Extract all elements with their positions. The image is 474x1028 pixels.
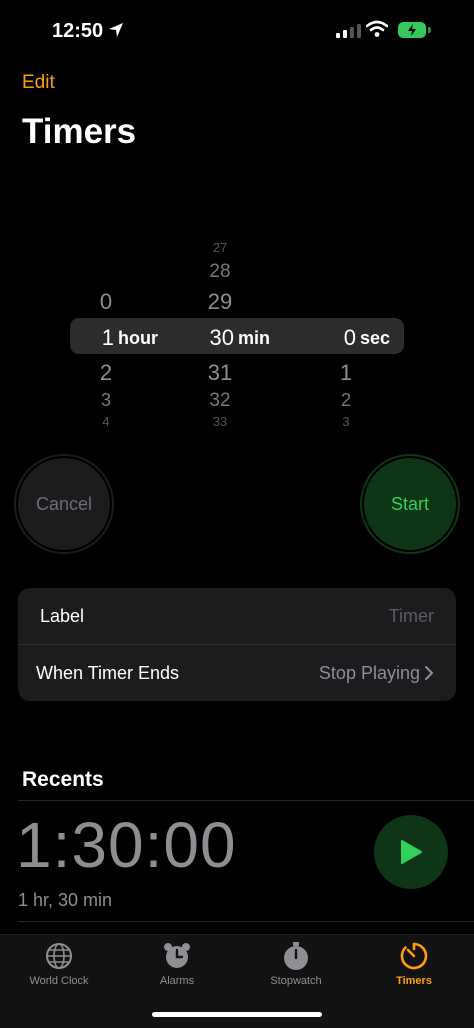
picker-hour-option[interactable]: 0 — [76, 289, 136, 315]
when-timer-ends-row[interactable]: When Timer Ends — [36, 663, 179, 684]
cellular-signal-icon — [336, 24, 361, 38]
battery-tip — [428, 27, 431, 33]
wifi-icon — [366, 20, 388, 37]
label-input[interactable]: Timer — [389, 606, 434, 627]
picker-second-selected[interactable]: 0 — [286, 325, 356, 351]
picker-minute-option[interactable]: 33 — [190, 414, 250, 429]
home-indicator[interactable] — [152, 1012, 322, 1017]
start-button[interactable]: Start — [364, 458, 456, 550]
picker-hour-selected[interactable]: 1 — [44, 325, 114, 351]
picker-second-option[interactable]: 1 — [316, 360, 376, 386]
alarm-clock-icon — [164, 943, 190, 968]
label-row-title[interactable]: Label — [40, 606, 84, 627]
page-title: Timers — [22, 112, 137, 151]
status-time: 12:50 — [52, 20, 104, 42]
recent-timer-label: 1 hr, 30 min — [18, 890, 113, 910]
when-timer-ends-value[interactable]: Stop Playing — [319, 663, 420, 684]
play-icon — [401, 840, 422, 864]
picker-hour-option[interactable]: 3 — [76, 390, 136, 411]
time-picker[interactable]: 0 1 hour 2 3 4 27 28 29 30 min 31 32 33 … — [0, 230, 474, 440]
location-arrow-icon — [109, 23, 123, 37]
picker-hour-unit: hour — [118, 328, 158, 348]
divider — [18, 921, 474, 922]
picker-minute-option[interactable]: 29 — [190, 289, 250, 315]
picker-hour-option[interactable]: 4 — [76, 414, 136, 429]
picker-minute-option[interactable]: 28 — [190, 261, 250, 283]
picker-minute-option[interactable]: 32 — [190, 390, 250, 412]
tab-label: Timers — [396, 975, 432, 987]
tab-label: Stopwatch — [270, 975, 322, 987]
picker-minute-option[interactable]: 31 — [190, 360, 250, 386]
recent-timer-play-button[interactable] — [374, 815, 448, 889]
globe-icon — [46, 943, 72, 969]
picker-second-option[interactable]: 2 — [316, 390, 376, 411]
picker-hour-option[interactable]: 2 — [76, 360, 136, 386]
divider — [18, 800, 474, 801]
chevron-right-icon[interactable] — [424, 665, 434, 681]
stopwatch-icon — [284, 942, 308, 970]
picker-minute-selected[interactable]: 30 — [164, 325, 234, 351]
picker-second-option[interactable]: 3 — [316, 414, 376, 429]
picker-minute-unit: min — [238, 328, 271, 348]
cancel-button[interactable]: Cancel — [18, 458, 110, 550]
battery-icon — [398, 22, 426, 38]
edit-button[interactable]: Edit — [22, 72, 55, 94]
recent-timer-duration[interactable]: 1:30:00 — [16, 808, 237, 882]
picker-second-unit: sec — [360, 328, 391, 348]
picker-minute-option[interactable]: 27 — [190, 240, 250, 255]
tab-label: World Clock — [29, 975, 89, 987]
divider — [18, 644, 456, 645]
tab-label: Alarms — [159, 975, 195, 987]
timer-icon — [400, 942, 428, 970]
recents-heading: Recents — [22, 768, 104, 791]
